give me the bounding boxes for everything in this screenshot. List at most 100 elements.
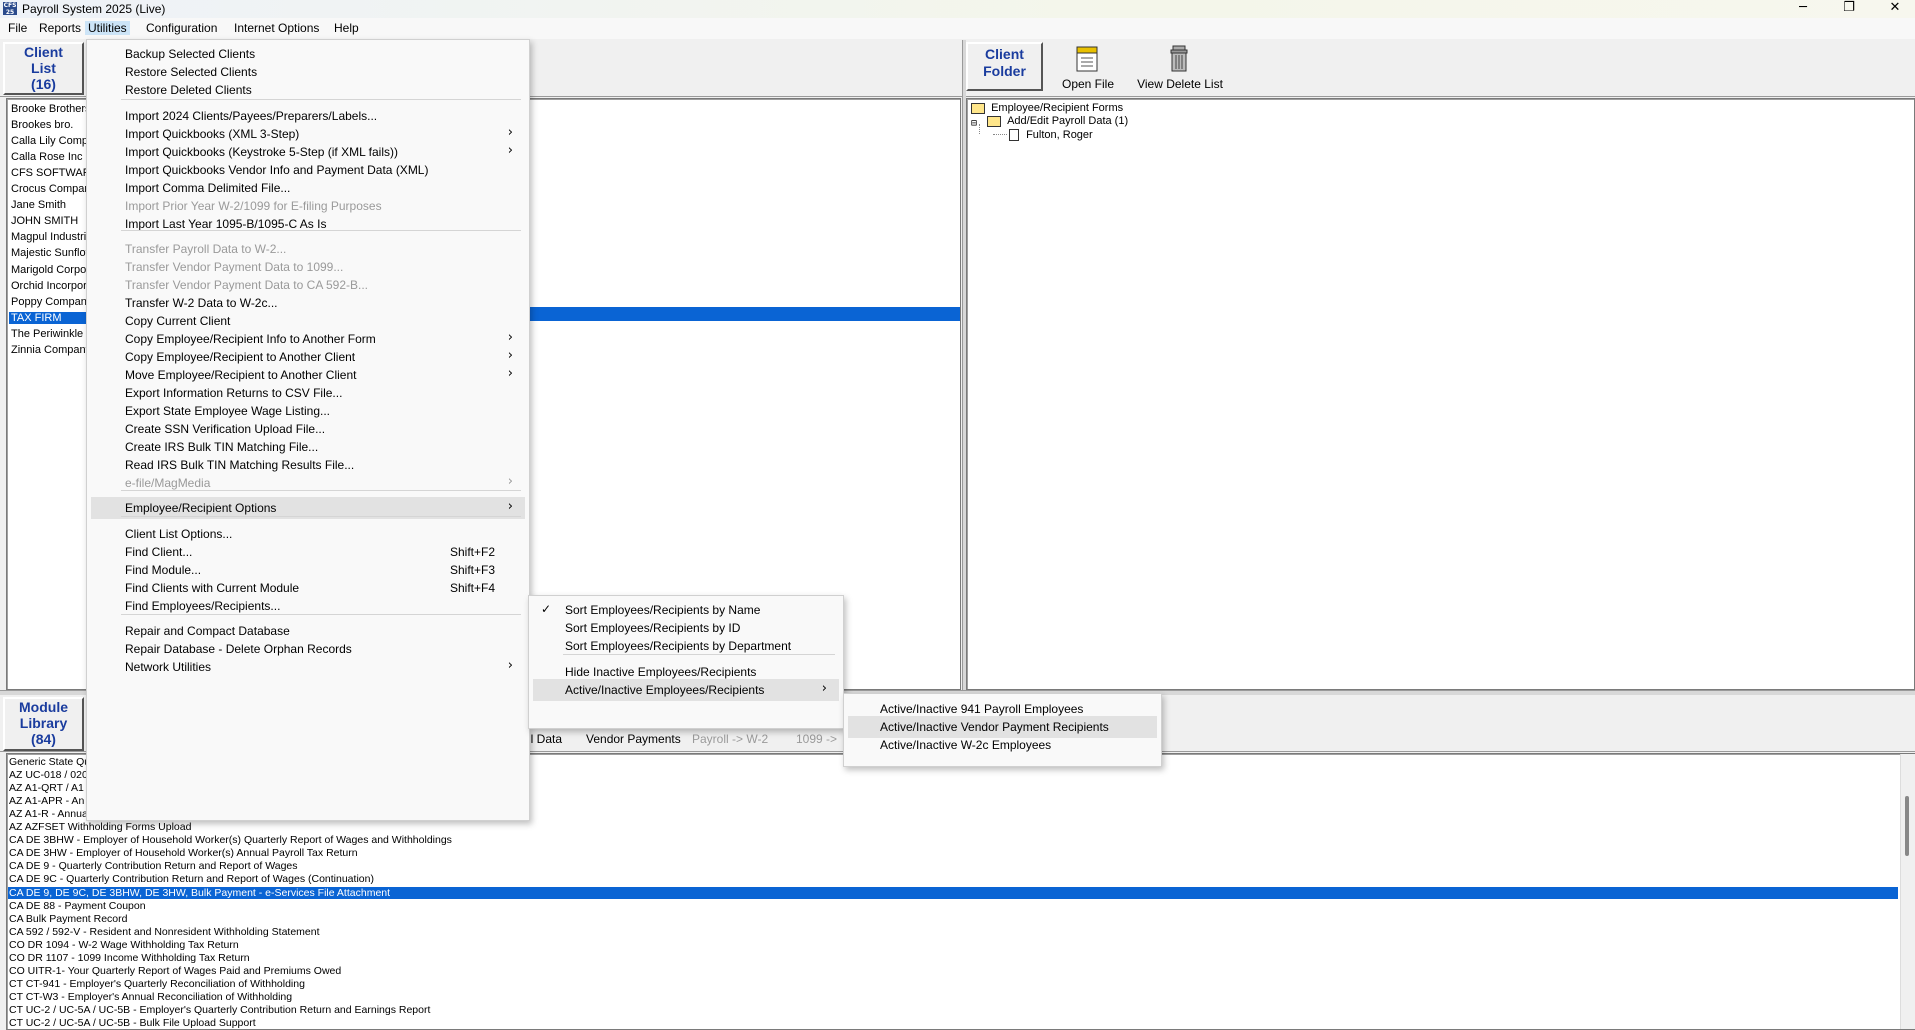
- tree-line: [993, 134, 1007, 136]
- menu-separator: [121, 516, 521, 517]
- restore-button[interactable]: ❐: [1826, 0, 1872, 18]
- module-list-item[interactable]: CA DE 3BHW - Employer of Household Worke…: [8, 834, 453, 846]
- client-list-button-line3: (16): [31, 76, 56, 92]
- tree-node-payroll[interactable]: Add/Edit Payroll Data (1): [987, 115, 1128, 127]
- module-list-item[interactable]: CA DE 88 - Payment Coupon: [8, 900, 147, 912]
- menu-item-label: Transfer Vendor Payment Data to CA 592-B…: [125, 278, 369, 292]
- utilities-item-network-utilities[interactable]: Network Utilities ›: [91, 656, 525, 678]
- payroll-data-button[interactable]: ll Data: [528, 732, 562, 746]
- menu-bar: File Reports Utilities Configuration Int…: [0, 18, 1915, 39]
- menu-item-label: Read IRS Bulk TIN Matching Results File.…: [125, 458, 355, 472]
- menu-item-label: Find Employees/Recipients...: [125, 599, 281, 613]
- client-folder-button[interactable]: Client Folder: [966, 42, 1043, 91]
- tree-root[interactable]: Employee/Recipient Forms: [971, 102, 1123, 114]
- menu-item-label: Copy Employee/Recipient Info to Another …: [125, 332, 376, 346]
- payroll-to-w2-button[interactable]: Payroll -> W-2: [692, 732, 768, 746]
- menu-help[interactable]: Help: [334, 21, 359, 35]
- chevron-right-icon: ›: [507, 474, 513, 489]
- module-list-item[interactable]: CT UC-2 / UC-5A / UC-5B - Employer's Qua…: [8, 1004, 431, 1016]
- chevron-right-icon: ›: [821, 681, 827, 696]
- menu-item-label: Import Comma Delimited File...: [125, 181, 291, 195]
- module-list-item[interactable]: CO UITR-1- Your Quarterly Report of Wage…: [8, 965, 342, 977]
- menu-item-label: Import Prior Year W-2/1099 for E-filing …: [125, 199, 382, 213]
- utilities-item-restore-deleted-clients[interactable]: Restore Deleted Clients: [91, 79, 525, 101]
- client-list-item[interactable]: Poppy Company: [9, 296, 94, 308]
- menu-configuration[interactable]: Configuration: [146, 21, 217, 35]
- client-list-item[interactable]: CFS SOFTWAR: [9, 167, 93, 179]
- open-file-button[interactable]: Open File: [1060, 44, 1116, 94]
- menu-item-label: Import Quickbooks (Keystroke 5-Step (if …: [125, 145, 398, 159]
- scrollbar-thumb[interactable]: [1905, 796, 1909, 856]
- module-list-item[interactable]: AZ A1-QRT / A1: [8, 782, 85, 794]
- menu-item-label: Find Module...: [125, 563, 202, 577]
- app-icon: CFS 25: [3, 2, 17, 16]
- client-list-item[interactable]: Magpul Industrie: [9, 231, 94, 243]
- close-button[interactable]: ✕: [1872, 0, 1915, 18]
- minimize-button[interactable]: ─: [1780, 0, 1826, 18]
- module-list-item[interactable]: CA 592 / 592-V - Resident and Nonresiden…: [8, 926, 321, 938]
- module-list-item[interactable]: CO DR 1094 - W-2 Wage Withholding Tax Re…: [8, 939, 240, 951]
- client-list-item[interactable]: The Periwinkle C: [9, 328, 96, 340]
- module-library-button-line1: Module: [19, 699, 68, 715]
- employee-options-submenu: ✓ Sort Employees/Recipients by Name Sort E…: [528, 595, 844, 729]
- menu-shortcut: Shift+F4: [449, 581, 495, 595]
- module-list-item[interactable]: CO DR 1107 - 1099 Income Withholding Tax…: [8, 952, 251, 964]
- module-list-item[interactable]: CA DE 9C - Quarterly Contribution Return…: [8, 873, 375, 885]
- menu-item-label: Export Information Returns to CSV File..…: [125, 386, 343, 400]
- client-list-item[interactable]: Orchid Incorpora: [9, 280, 95, 292]
- tree-leaf-employee[interactable]: Fulton, Roger: [1009, 129, 1093, 142]
- module-list-item[interactable]: CA Bulk Payment Record: [8, 913, 128, 925]
- module-list-item[interactable]: AZ A1-APR - An: [8, 795, 85, 807]
- module-list-item[interactable]: CA DE 3HW - Employer of Household Worker…: [8, 847, 359, 859]
- module-list-item[interactable]: Generic State Qu: [8, 756, 91, 768]
- client-folder-tree[interactable]: Employee/Recipient Forms ⊟ Add/Edit Payr…: [966, 98, 1915, 690]
- view-delete-list-button[interactable]: View Delete List: [1130, 44, 1230, 94]
- tree-expander-icon[interactable]: ⊟: [971, 118, 977, 129]
- client-list-item[interactable]: TAX FIRM: [9, 311, 91, 324]
- client-list-item[interactable]: JOHN SMITH: [9, 215, 80, 227]
- module-library-button-line3: (84): [31, 731, 56, 747]
- module-list-item[interactable]: CT UC-2 / UC-5A / UC-5B - Bulk File Uplo…: [8, 1017, 257, 1029]
- vendor-payments-button[interactable]: Vendor Payments: [586, 732, 681, 746]
- module-list-item[interactable]: AZ AZFSET Withholding Forms Upload: [8, 821, 192, 833]
- client-list-button[interactable]: Client List (16): [3, 42, 84, 95]
- menu-reports[interactable]: Reports: [39, 21, 81, 35]
- menu-item-label: Restore Deleted Clients: [125, 83, 252, 97]
- client-list-item[interactable]: Zinnia Company: [9, 344, 93, 356]
- client-list-item[interactable]: Majestic Sunflov: [9, 247, 93, 259]
- active-inactive-submenu: Active/Inactive 941 Payroll Employees Act…: [843, 693, 1162, 767]
- menu-item-label: Export State Employee Wage Listing...: [125, 404, 330, 418]
- module-list-item[interactable]: CT CT-W3 - Employer's Annual Reconciliat…: [8, 991, 293, 1003]
- menu-internet-options[interactable]: Internet Options: [234, 21, 319, 35]
- client-list-item[interactable]: Brooke Brothers: [9, 103, 92, 115]
- client-list-item[interactable]: Calla Lily Compa: [9, 135, 96, 147]
- module-list-item[interactable]: CA DE 9, DE 9C, DE 3BHW, DE 3HW, Bulk Pa…: [8, 886, 1898, 899]
- menu-file[interactable]: File: [8, 21, 27, 35]
- menu-item-label: Network Utilities: [125, 660, 212, 674]
- to-1099-button[interactable]: 1099 ->: [796, 732, 837, 746]
- module-list-scrollbar[interactable]: [1900, 754, 1915, 1029]
- client-list-item[interactable]: Marigold Corpora: [9, 264, 98, 276]
- chevron-right-icon: ›: [507, 366, 513, 381]
- client-list-item[interactable]: Brookes bro.: [9, 119, 75, 131]
- view-delete-list-label: View Delete List: [1137, 77, 1223, 91]
- client-list-item[interactable]: Jane Smith: [9, 199, 68, 211]
- tree-leaf-label: Fulton, Roger: [1026, 129, 1093, 141]
- menu-item-label: Find Client...: [125, 545, 193, 559]
- menu-utilities[interactable]: Utilities: [85, 21, 130, 35]
- chevron-right-icon: ›: [507, 658, 513, 673]
- module-list-item[interactable]: AZ UC-018 / 020: [8, 769, 89, 781]
- module-list-item[interactable]: AZ A1-R - Annua: [8, 808, 89, 820]
- client-list-button-line1: Client: [24, 44, 63, 60]
- menu-item-label: Repair and Compact Database: [125, 624, 290, 638]
- module-list-item[interactable]: CA DE 9 - Quarterly Contribution Return …: [8, 860, 299, 872]
- utilities-item-import-last-year-1095-b-1095-c-as-is[interactable]: Import Last Year 1095-B/1095-C As Is: [91, 213, 525, 235]
- client-list-item[interactable]: Crocus Company: [9, 183, 98, 195]
- module-library-button[interactable]: Module Library (84): [3, 697, 84, 751]
- module-list-item[interactable]: CT CT-941 - Employer's Quarterly Reconci…: [8, 978, 306, 990]
- client-list-item[interactable]: Calla Rose Inc: [9, 151, 85, 163]
- menu-item-label: Import Last Year 1095-B/1095-C As Is: [125, 217, 327, 231]
- menu-separator: [121, 614, 521, 615]
- active-inactive-item-active-inactive-w-2c-employees[interactable]: Active/Inactive W-2c Employees: [848, 734, 1157, 756]
- employee-options-item-active-inactive-employees-recipients[interactable]: Active/Inactive Employees/Recipients ›: [533, 679, 839, 701]
